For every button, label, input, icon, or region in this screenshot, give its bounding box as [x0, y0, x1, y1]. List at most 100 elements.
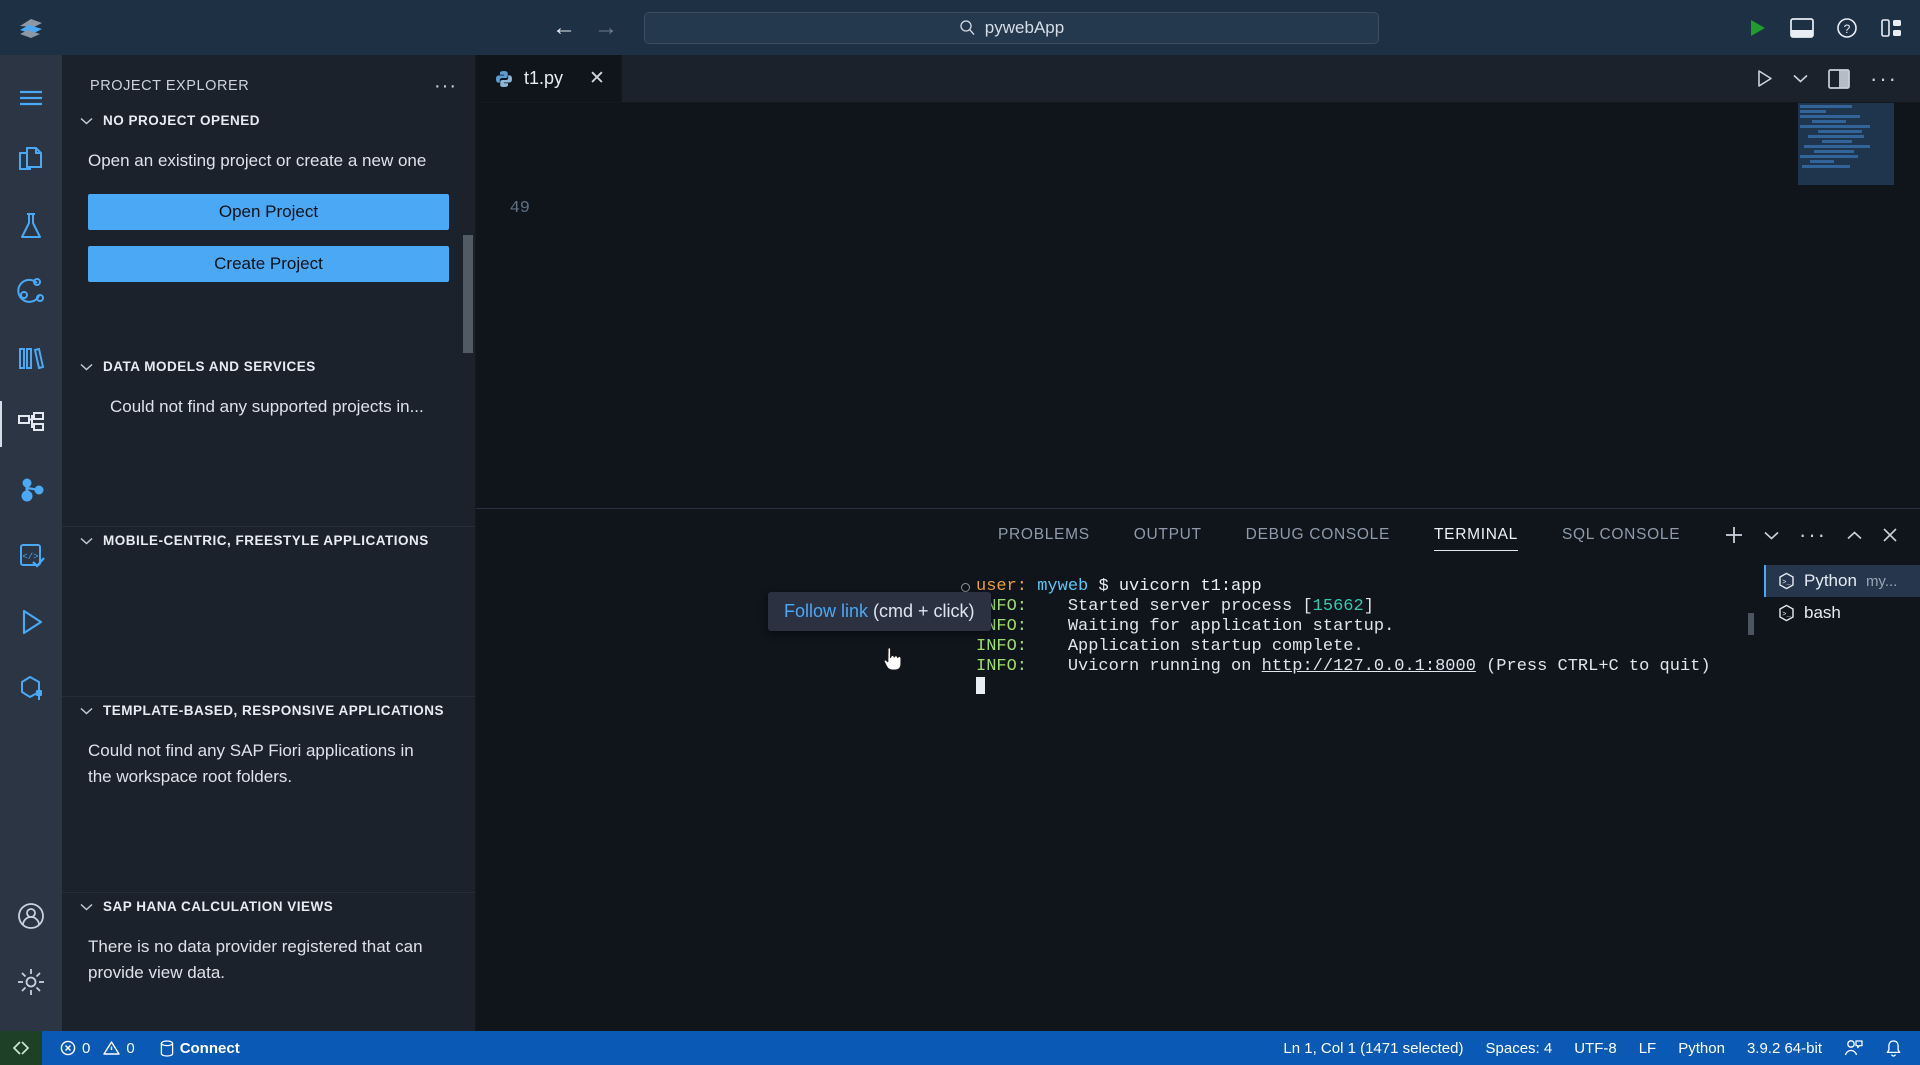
code-editor[interactable]: 49	[476, 103, 1920, 508]
notifications-bell-icon[interactable]	[1874, 1031, 1920, 1065]
section-no-project-opened: NO PROJECT OPENED Open an existing proje…	[62, 107, 475, 353]
chevron-down-icon[interactable]	[1764, 531, 1779, 540]
problems-status[interactable]: 0 0	[42, 1031, 146, 1065]
section-body-no-project: Open an existing project or create a new…	[62, 134, 475, 282]
section-header-hana-views[interactable]: SAP HANA CALCULATION VIEWS	[62, 893, 475, 920]
more-actions-icon[interactable]: ···	[1870, 75, 1898, 83]
more-actions-icon[interactable]: ···	[1799, 531, 1827, 539]
log-tail: ]	[1364, 597, 1374, 616]
terminal-session-python[interactable]: >_ Python my...	[1764, 565, 1920, 597]
titlebar-actions: ?	[1746, 17, 1904, 39]
panel-tab-bar: PROBLEMS OUTPUT DEBUG CONSOLE TERMINAL S…	[476, 509, 1920, 561]
indentation-status[interactable]: Spaces: 4	[1475, 1031, 1564, 1065]
tooltip-hint: (cmd + click)	[868, 601, 975, 621]
section-header-mobile-centric[interactable]: MOBILE-CENTRIC, FREESTYLE APPLICATIONS	[62, 527, 475, 554]
search-icon	[959, 19, 976, 36]
arrow-right-icon[interactable]: →	[594, 16, 618, 40]
tab-problems[interactable]: PROBLEMS	[976, 509, 1112, 561]
python-interpreter-status[interactable]: 3.9.2 64-bit	[1736, 1031, 1833, 1065]
tab-label: OUTPUT	[1134, 526, 1202, 544]
prompt-cwd: myweb	[1037, 577, 1088, 596]
section-label: SAP HANA CALCULATION VIEWS	[103, 899, 333, 914]
hana-views-text: There is no data provider registered tha…	[88, 920, 433, 989]
sidepanel-scrollbar[interactable]	[463, 235, 473, 353]
toggle-panel-icon[interactable]	[1790, 18, 1814, 38]
chevron-up-icon[interactable]	[1847, 531, 1862, 540]
add-terminal-icon[interactable]	[1724, 525, 1744, 545]
chevron-down-icon[interactable]	[1793, 74, 1808, 83]
terminal-line: INFO: Waiting for application startup.	[976, 617, 1764, 637]
hamburger-menu-icon[interactable]	[0, 69, 62, 127]
editor-content[interactable]	[536, 103, 1920, 508]
books-library-icon[interactable]	[0, 325, 62, 391]
tab-debug-console[interactable]: DEBUG CONSOLE	[1224, 509, 1412, 561]
status-bar: 0 0 Connect Ln 1, Col 1 (1471 selected) …	[0, 1031, 1920, 1065]
create-project-button[interactable]: Create Project	[88, 246, 449, 282]
terminal-cursor-line	[976, 677, 1764, 698]
account-circle-icon[interactable]	[0, 883, 62, 949]
data-models-text: Could not find any supported projects in…	[88, 380, 449, 424]
project-explorer-tree-icon[interactable]	[0, 391, 62, 457]
panel-more-actions-icon[interactable]: ···	[434, 81, 457, 91]
gear-settings-icon[interactable]	[0, 949, 62, 1015]
eol-status[interactable]: LF	[1628, 1031, 1668, 1065]
run-play-icon[interactable]	[1756, 69, 1773, 88]
source-control-graph-icon[interactable]	[0, 259, 62, 325]
play-run-icon[interactable]	[0, 589, 62, 655]
terminal-scrollbar[interactable]	[1748, 613, 1754, 635]
minimap[interactable]	[1798, 103, 1894, 185]
error-circle-icon	[60, 1040, 76, 1056]
workbench: </>	[0, 55, 1920, 1031]
chevron-down-icon	[80, 903, 93, 911]
close-icon[interactable]: ✕	[589, 67, 605, 90]
split-editor-icon[interactable]	[1828, 69, 1850, 89]
flask-testing-icon[interactable]	[0, 193, 62, 259]
section-header-data-models[interactable]: DATA MODELS AND SERVICES	[62, 353, 475, 380]
page-title: PROJECT EXPLORER	[90, 78, 249, 94]
terminal-output[interactable]: user: myweb $ uvicorn t1:app INFO: Start…	[476, 561, 1764, 1031]
open-project-button[interactable]: Open Project	[88, 194, 449, 230]
cursor-position-status[interactable]: Ln 1, Col 1 (1471 selected)	[1272, 1031, 1474, 1065]
tab-sql-console[interactable]: SQL CONSOLE	[1540, 509, 1702, 561]
data-graph-nodes-icon[interactable]	[0, 457, 62, 523]
search-input[interactable]: pywebApp	[644, 12, 1379, 44]
tab-t1-py[interactable]: t1.py ✕	[476, 55, 622, 102]
ide-window: ← → pywebApp ?	[0, 0, 1920, 1065]
terminal-icon: >_	[1778, 572, 1795, 590]
log-text: Application startup complete.	[1027, 637, 1364, 656]
terminal-url-link[interactable]: http://127.0.0.1:8000	[1262, 657, 1476, 676]
close-icon[interactable]	[1882, 527, 1898, 543]
python-file-icon	[494, 69, 514, 89]
terminal-session-list: >_ Python my... >_ bash	[1764, 561, 1920, 1031]
encoding-status[interactable]: UTF-8	[1563, 1031, 1628, 1065]
editor-scrollbar[interactable]	[1906, 103, 1920, 508]
db-connect-status[interactable]: Connect	[146, 1031, 251, 1065]
cube-plug-extensions-icon[interactable]	[0, 655, 62, 721]
sap-bas-logo-icon	[0, 13, 62, 43]
run-green-icon[interactable]	[1746, 17, 1768, 39]
section-header-template-based[interactable]: TEMPLATE-BASED, RESPONSIVE APPLICATIONS	[62, 697, 475, 724]
remote-connect-icon[interactable]	[0, 1031, 42, 1065]
code-check-icon[interactable]: </>	[0, 523, 62, 589]
explorer-files-icon[interactable]	[0, 127, 62, 193]
tab-output[interactable]: OUTPUT	[1112, 509, 1224, 561]
project-explorer-panel: PROJECT EXPLORER ··· NO PROJECT OPENED O…	[62, 55, 476, 1031]
section-template-based: TEMPLATE-BASED, RESPONSIVE APPLICATIONS …	[62, 696, 475, 892]
terminal-session-bash[interactable]: >_ bash	[1764, 597, 1920, 629]
language-mode-status[interactable]: Python	[1667, 1031, 1736, 1065]
tab-label: DEBUG CONSOLE	[1246, 526, 1390, 544]
chevron-down-icon	[80, 537, 93, 545]
tab-terminal[interactable]: TERMINAL	[1412, 509, 1540, 561]
section-header-no-project[interactable]: NO PROJECT OPENED	[62, 107, 475, 134]
follow-link-tooltip: Follow link (cmd + click)	[768, 592, 991, 631]
tooltip-link-label: Follow link	[784, 601, 868, 621]
editor-area: t1.py ✕ ··· 49	[476, 55, 1920, 1031]
feedback-person-icon[interactable]	[1833, 1031, 1874, 1065]
help-circle-icon[interactable]: ?	[1836, 17, 1858, 39]
database-icon	[160, 1040, 174, 1057]
svg-text:>_: >_	[1782, 611, 1791, 619]
customize-layout-icon[interactable]	[1880, 17, 1904, 39]
mouse-pointer-icon	[880, 645, 906, 675]
arrow-left-icon[interactable]: ←	[552, 16, 576, 40]
panel-title-row: PROJECT EXPLORER ···	[62, 65, 475, 107]
